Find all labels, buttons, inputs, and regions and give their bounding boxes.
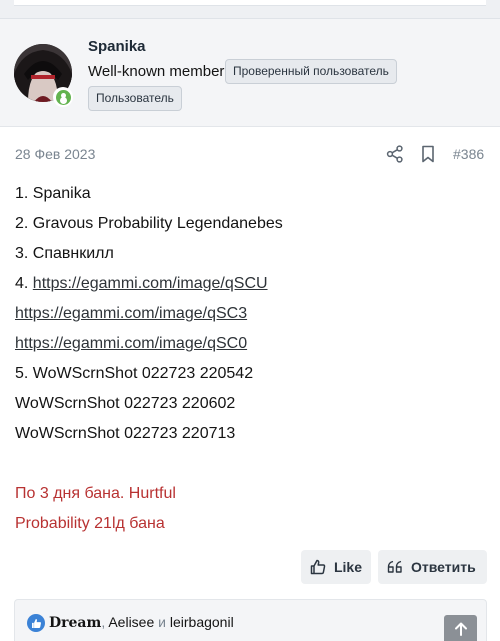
content-line: WoWScrnShot 022723 220713 [15,425,236,442]
bookmark-icon[interactable] [419,145,437,163]
reply-button[interactable]: Ответить [378,550,487,584]
content-line: 3. Спавнкилл [15,245,114,262]
arrow-up-icon [454,622,467,636]
forum-post: Spanika Well-known member Проверенный по… [0,18,500,641]
user-banner-user: Пользователь [88,86,182,111]
online-status-icon [53,87,73,107]
post-number-link[interactable]: #386 [453,146,484,162]
scroll-top-button[interactable] [444,615,477,641]
post-content: 1. Spanika 2. Gravous Probability Legend… [15,179,485,539]
moderator-note: По 3 дня бана. Hurtful [15,485,176,502]
post-date[interactable]: 28 Фев 2023 [15,146,95,162]
content-line: 2. Gravous Probability Legendanebes [15,215,283,232]
content-line: 5. WoWScrnShot 022723 220542 [15,365,254,382]
image-link[interactable]: https://egammi.com/image/qSCU [33,275,268,292]
thumbs-up-icon [310,559,326,575]
previous-post-edge [14,0,486,6]
like-label: Like [333,559,362,575]
content-line: 4. https://egammi.com/image/qSCU [15,269,485,299]
share-icon[interactable] [386,145,404,163]
like-button[interactable]: Like [301,550,371,584]
image-link[interactable]: https://egammi.com/image/qSC3 [15,305,247,322]
user-info-block: Spanika Well-known member Проверенный по… [0,19,500,127]
content-line: https://egammi.com/image/qSC3 [15,299,485,329]
user-title: Well-known member [88,63,225,80]
reaction-user[interactable]: Dream [49,615,101,631]
quote-icon [387,560,402,573]
content-line: 1. Spanika [15,185,91,202]
user-banner-verified: Проверенный пользователь [225,59,397,84]
reactions-bar[interactable]: Dream, Aelisee и leirbagonil [14,599,487,641]
username-link[interactable]: Spanika [88,38,146,55]
moderator-note: Probability 21lд бана [15,515,165,532]
reaction-user[interactable]: Aelisee [108,614,154,630]
reaction-user[interactable]: leirbagonil [170,614,234,630]
list-number: 4. [15,275,33,292]
reaction-users[interactable]: Dream, Aelisee и leirbagonil [49,614,234,631]
content-line: WoWScrnShot 022723 220602 [15,395,236,412]
reply-label: Ответить [411,559,476,575]
content-line: https://egammi.com/image/qSC0 [15,329,485,359]
image-link[interactable]: https://egammi.com/image/qSC0 [15,335,247,352]
like-reaction-icon [27,614,45,632]
